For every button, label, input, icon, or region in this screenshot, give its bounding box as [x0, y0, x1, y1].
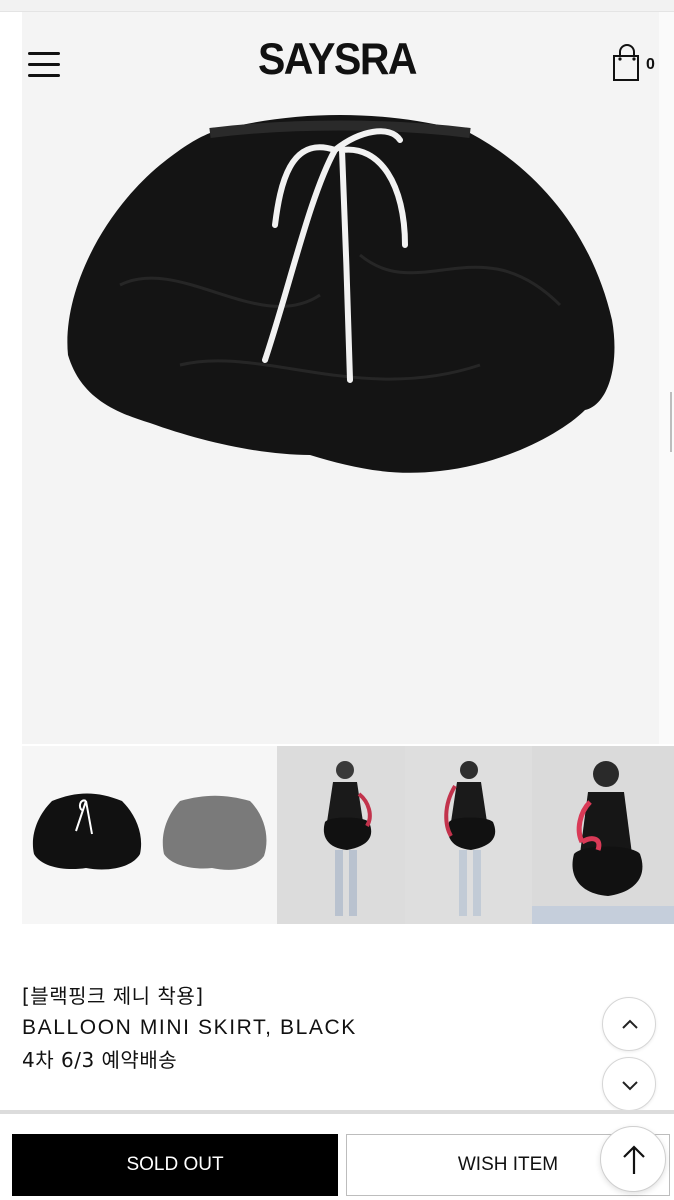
- thumbnail-black-skirt[interactable]: [22, 746, 150, 924]
- thumbnail-model-closeup[interactable]: [532, 746, 674, 924]
- top-divider: [0, 0, 674, 12]
- thumbnail-grey-skirt[interactable]: [150, 746, 277, 924]
- shopping-bag-icon: [613, 44, 639, 81]
- product-info: [블랙핑크 제니 착용] BALLOON MINI SKIRT, BLACK 4…: [22, 980, 582, 1076]
- thumbnail-model-front[interactable]: [277, 746, 405, 924]
- site-header: SAYSRA 0: [0, 12, 674, 112]
- product-main-image[interactable]: [60, 105, 620, 485]
- product-title: BALLOON MINI SKIRT, BLACK: [22, 1016, 357, 1039]
- chevron-down-icon: [622, 1081, 638, 1091]
- back-to-top-button[interactable]: [600, 1126, 666, 1192]
- arrow-up-icon: [623, 1145, 645, 1174]
- thumbnail-model-back[interactable]: [405, 746, 532, 924]
- brand-logo[interactable]: SAYSRA: [0, 34, 674, 85]
- product-tagline: [블랙핑크 제니 착용]: [22, 984, 204, 1008]
- chevron-up-icon: [622, 1019, 638, 1029]
- sold-out-button[interactable]: SOLD OUT: [12, 1134, 338, 1196]
- shipping-note: 4차 6/3 예약배송: [22, 1048, 178, 1072]
- scroll-down-button[interactable]: [602, 1057, 656, 1111]
- next-image-peek: [659, 12, 674, 744]
- cart-count: 0: [646, 56, 655, 73]
- scroll-up-button[interactable]: [602, 997, 656, 1051]
- cart-button[interactable]: 0: [612, 44, 664, 84]
- thumbnail-strip: [22, 746, 674, 924]
- bottom-action-bar: SOLD OUT WISH ITEM: [0, 1110, 674, 1200]
